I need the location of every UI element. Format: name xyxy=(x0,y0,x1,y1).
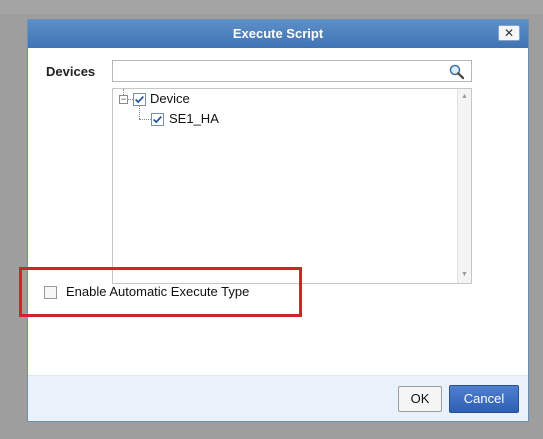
scroll-up-icon[interactable]: ▲ xyxy=(458,91,471,103)
se1-ha-checkbox[interactable] xyxy=(151,113,164,126)
device-tree[interactable]: − Device SE1_HA ▲ ▼ xyxy=(112,88,472,284)
scroll-down-icon[interactable]: ▼ xyxy=(458,269,471,281)
dialog-titlebar[interactable]: Execute Script ✕ xyxy=(28,20,528,48)
tree-node-se1-ha[interactable]: SE1_HA xyxy=(169,110,219,128)
device-checkbox[interactable] xyxy=(133,93,146,106)
backdrop xyxy=(0,0,543,14)
cancel-button[interactable]: Cancel xyxy=(449,385,519,413)
tree-node-device[interactable]: Device xyxy=(150,90,190,108)
execute-script-dialog: Execute Script ✕ Devices − Device SE1_HA… xyxy=(27,19,529,422)
checkmark-icon xyxy=(153,115,162,124)
device-search-input[interactable] xyxy=(112,60,472,82)
collapse-icon[interactable]: − xyxy=(119,95,128,104)
tree-node-label: Device xyxy=(150,91,190,106)
tree-scrollbar[interactable]: ▲ ▼ xyxy=(457,89,471,283)
highlight-annotation xyxy=(19,267,302,317)
checkmark-icon xyxy=(135,95,144,104)
dialog-title: Execute Script xyxy=(232,26,324,41)
tree-connector xyxy=(139,119,151,120)
close-button[interactable]: ✕ xyxy=(498,25,520,41)
close-icon: ✕ xyxy=(503,26,515,40)
devices-label: Devices xyxy=(46,64,96,79)
ok-button[interactable]: OK xyxy=(398,386,442,412)
tree-connector xyxy=(139,106,140,119)
tree-node-label: SE1_HA xyxy=(169,111,219,126)
search-icon[interactable] xyxy=(448,64,466,80)
